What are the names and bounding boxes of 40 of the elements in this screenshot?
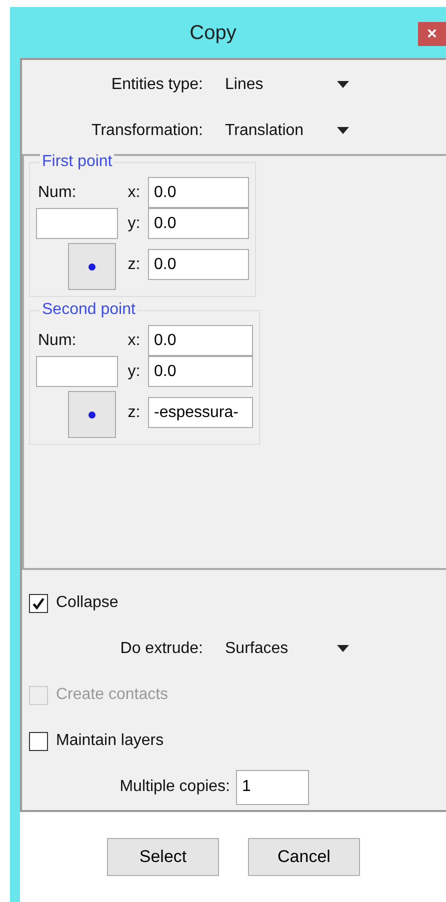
coordinate-label: z:: [126, 254, 142, 274]
dropdown-value[interactable]: Surfaces: [225, 637, 337, 661]
checkbox[interactable]: [29, 732, 48, 750]
group-title: Second point: [40, 301, 138, 319]
field-label: Do extrude:: [119, 639, 204, 659]
coordinate-label: x:: [126, 330, 142, 350]
coordinate-field[interactable]: 0.0: [148, 208, 249, 239]
dropdown-caret-icon[interactable]: [337, 127, 349, 135]
coordinate-label: z:: [126, 402, 142, 422]
coordinate-field[interactable]: 0.0: [148, 325, 253, 356]
field-label: Entities type:: [110, 75, 204, 95]
field-label: Num:: [37, 183, 78, 203]
checkbox-label: Maintain layers: [56, 731, 164, 751]
copies-input-field[interactable]: 1: [236, 770, 309, 804]
num-input-field[interactable]: [36, 208, 118, 239]
group-title: First point: [40, 153, 114, 171]
num-input-field[interactable]: [36, 356, 118, 387]
checkbox-label: Create contacts: [56, 685, 168, 705]
checkbox[interactable]: [29, 594, 48, 612]
field-label: Transformation:: [90, 121, 204, 141]
field-label: Multiple copies:: [118, 777, 231, 797]
close-button[interactable]: ×: [418, 22, 446, 46]
coordinate-label: x:: [126, 182, 142, 202]
dropdown-value[interactable]: Translation: [225, 119, 337, 143]
field-label: Num:: [37, 331, 78, 351]
coordinate-field[interactable]: 0.0: [148, 249, 249, 280]
dropdown-caret-icon[interactable]: [337, 81, 349, 89]
coordinate-field[interactable]: 0.0: [148, 356, 253, 387]
coordinate-label: y:: [126, 214, 142, 234]
dropdown-value[interactable]: Lines: [225, 73, 337, 97]
coordinate-label: y:: [126, 362, 142, 382]
dot-icon: [88, 410, 96, 418]
coordinate-field[interactable]: -espessura-: [148, 397, 253, 428]
window-title: Copy: [190, 20, 236, 46]
checkbox-label: Collapse: [56, 593, 118, 613]
dialog-button[interactable]: Cancel: [248, 838, 360, 876]
coordinate-field[interactable]: 0.0: [148, 177, 249, 208]
dialog-button[interactable]: Select: [107, 838, 219, 876]
dot-icon: [88, 262, 96, 270]
dropdown-caret-icon[interactable]: [337, 645, 349, 653]
